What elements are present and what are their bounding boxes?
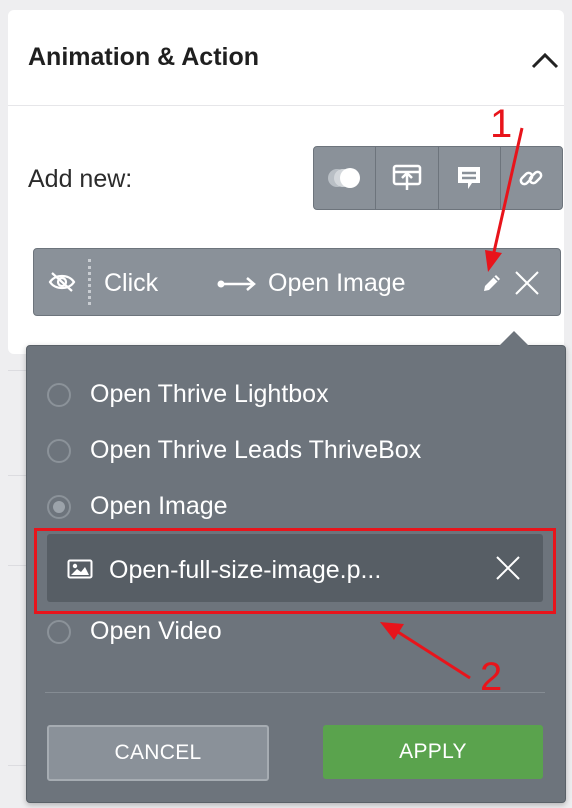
annotation-number-1: 1: [490, 102, 513, 146]
annotation-number-2: 2: [480, 655, 503, 699]
